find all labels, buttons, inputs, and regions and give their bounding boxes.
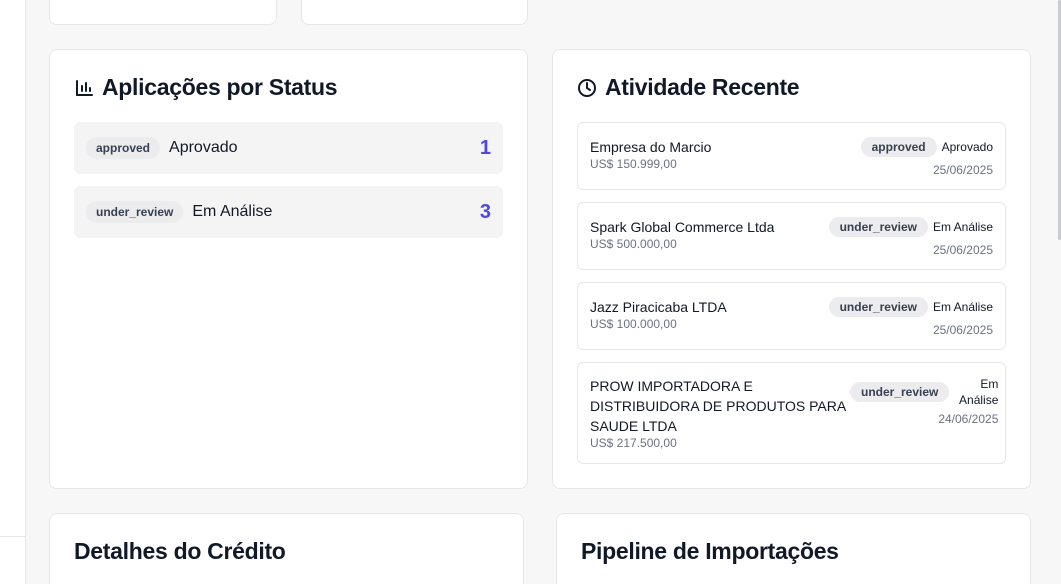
activity-amount: US$ 100.000,00 — [590, 317, 677, 331]
status-badge: under_review — [828, 297, 928, 317]
activity-item[interactable]: Empresa do Marcio US$ 150.999,00 approve… — [577, 122, 1006, 190]
import-pipeline-card: Pipeline de Importações — [556, 513, 1031, 584]
bar-chart-icon — [74, 78, 94, 98]
status-count: 1 — [479, 136, 491, 159]
activity-list: Empresa do Marcio US$ 150.999,00 approve… — [577, 122, 1006, 476]
sidebar-divider — [0, 536, 26, 537]
activity-status: Em Análise — [959, 377, 999, 407]
pipeline-card-header: Pipeline de Importações — [581, 538, 839, 565]
activity-company: PROW IMPORTADORA E DISTRIBUIDORA DE PROD… — [590, 378, 846, 434]
activity-date: 25/06/2025 — [932, 163, 993, 177]
activity-date: 24/06/2025 — [938, 412, 999, 426]
activity-item[interactable]: Spark Global Commerce Ltda US$ 500.000,0… — [577, 202, 1006, 270]
status-row-under-review[interactable]: under_review Em Análise 3 — [74, 186, 503, 238]
credit-card-header: Detalhes do Crédito — [74, 538, 286, 565]
status-badge: under_review — [828, 217, 928, 237]
status-row-approved[interactable]: approved Aprovado 1 — [74, 122, 503, 174]
activity-status: Em Análise — [932, 220, 993, 234]
activity-item[interactable]: PROW IMPORTADORA E DISTRIBUIDORA DE PROD… — [577, 362, 1006, 464]
status-card-header: Aplicações por Status — [74, 74, 338, 101]
activity-status: Aprovado — [941, 140, 993, 154]
status-card-title: Aplicações por Status — [102, 74, 338, 100]
activity-date: 25/06/2025 — [932, 323, 993, 337]
status-badge: approved — [860, 137, 937, 157]
sidebar-edge — [0, 0, 26, 584]
activity-company: Spark Global Commerce Ltda — [590, 219, 775, 235]
status-badge: approved — [86, 137, 161, 159]
stat-card-partial — [301, 0, 528, 25]
activity-card-title: Atividade Recente — [605, 74, 800, 100]
pipeline-card-title: Pipeline de Importações — [581, 538, 839, 564]
clock-icon — [577, 78, 597, 98]
activity-company: Jazz Piracicaba LTDA — [590, 299, 727, 315]
activity-amount: US$ 500.000,00 — [590, 237, 677, 251]
status-list: approved Aprovado 1 under_review Em Anál… — [74, 122, 503, 250]
activity-status: Em Análise — [932, 300, 993, 314]
status-label: Em Análise — [192, 203, 273, 220]
credit-details-card: Detalhes do Crédito — [49, 513, 524, 584]
activity-item[interactable]: Jazz Piracicaba LTDA US$ 100.000,00 unde… — [577, 282, 1006, 350]
activity-amount: US$ 150.999,00 — [590, 157, 677, 171]
activity-card-header: Atividade Recente — [577, 74, 800, 101]
stat-card-partial — [49, 0, 277, 25]
status-badge: under_review — [850, 382, 950, 402]
status-badge: under_review — [86, 201, 184, 223]
activity-amount: US$ 217.500,00 — [590, 436, 677, 450]
status-card: Aplicações por Status approved Aprovado … — [49, 49, 528, 489]
status-count: 3 — [479, 200, 491, 223]
status-label: Aprovado — [169, 139, 238, 156]
activity-company: Empresa do Marcio — [590, 139, 712, 155]
activity-date: 25/06/2025 — [932, 243, 993, 257]
activity-card: Atividade Recente Empresa do Marcio US$ … — [552, 49, 1031, 489]
credit-card-title: Detalhes do Crédito — [74, 538, 286, 564]
